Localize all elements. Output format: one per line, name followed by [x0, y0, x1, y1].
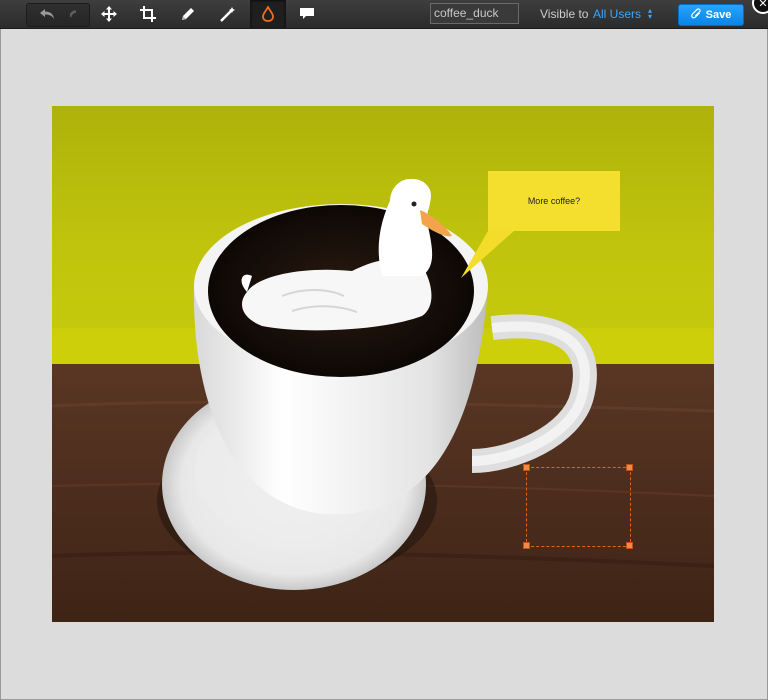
blur-tool[interactable]	[250, 0, 286, 28]
image-name-input[interactable]	[430, 3, 519, 24]
callout-text[interactable]: More coffee?	[488, 171, 620, 231]
magic-wand-icon	[220, 6, 236, 22]
resize-handle-top-right[interactable]	[626, 464, 633, 471]
speech-bubble-icon	[299, 7, 315, 21]
select-arrows-icon: ▴ ▾	[648, 6, 653, 21]
pencil-icon	[180, 6, 196, 22]
visible-to-label: Visible to	[540, 7, 589, 21]
resize-handle-bottom-left[interactable]	[523, 542, 530, 549]
magic-wand-tool[interactable]	[211, 0, 245, 28]
visibility-value: All Users	[593, 7, 642, 21]
resize-handle-bottom-right[interactable]	[626, 542, 633, 549]
toolbar: Visible to All Users ▴▾ Save	[0, 0, 768, 29]
redo-button[interactable]	[66, 0, 88, 28]
crop-icon	[140, 6, 156, 22]
close-icon: ✕	[758, 0, 768, 10]
selection-box[interactable]	[526, 467, 631, 547]
save-label: Save	[705, 9, 732, 21]
move-tool[interactable]	[92, 0, 126, 28]
pencil-tool[interactable]	[171, 0, 205, 28]
visibility-select[interactable]: All Users ▴ ▾	[593, 7, 657, 23]
drop-icon	[261, 6, 275, 22]
paperclip-icon	[690, 7, 702, 23]
resize-handle-top-left[interactable]	[523, 464, 530, 471]
redo-icon	[70, 7, 84, 21]
crop-tool[interactable]	[131, 0, 165, 28]
save-button[interactable]: Save	[678, 4, 744, 26]
callout-tool[interactable]	[290, 0, 324, 28]
move-icon	[101, 6, 117, 22]
undo-icon	[38, 7, 56, 21]
undo-button[interactable]	[30, 0, 64, 28]
